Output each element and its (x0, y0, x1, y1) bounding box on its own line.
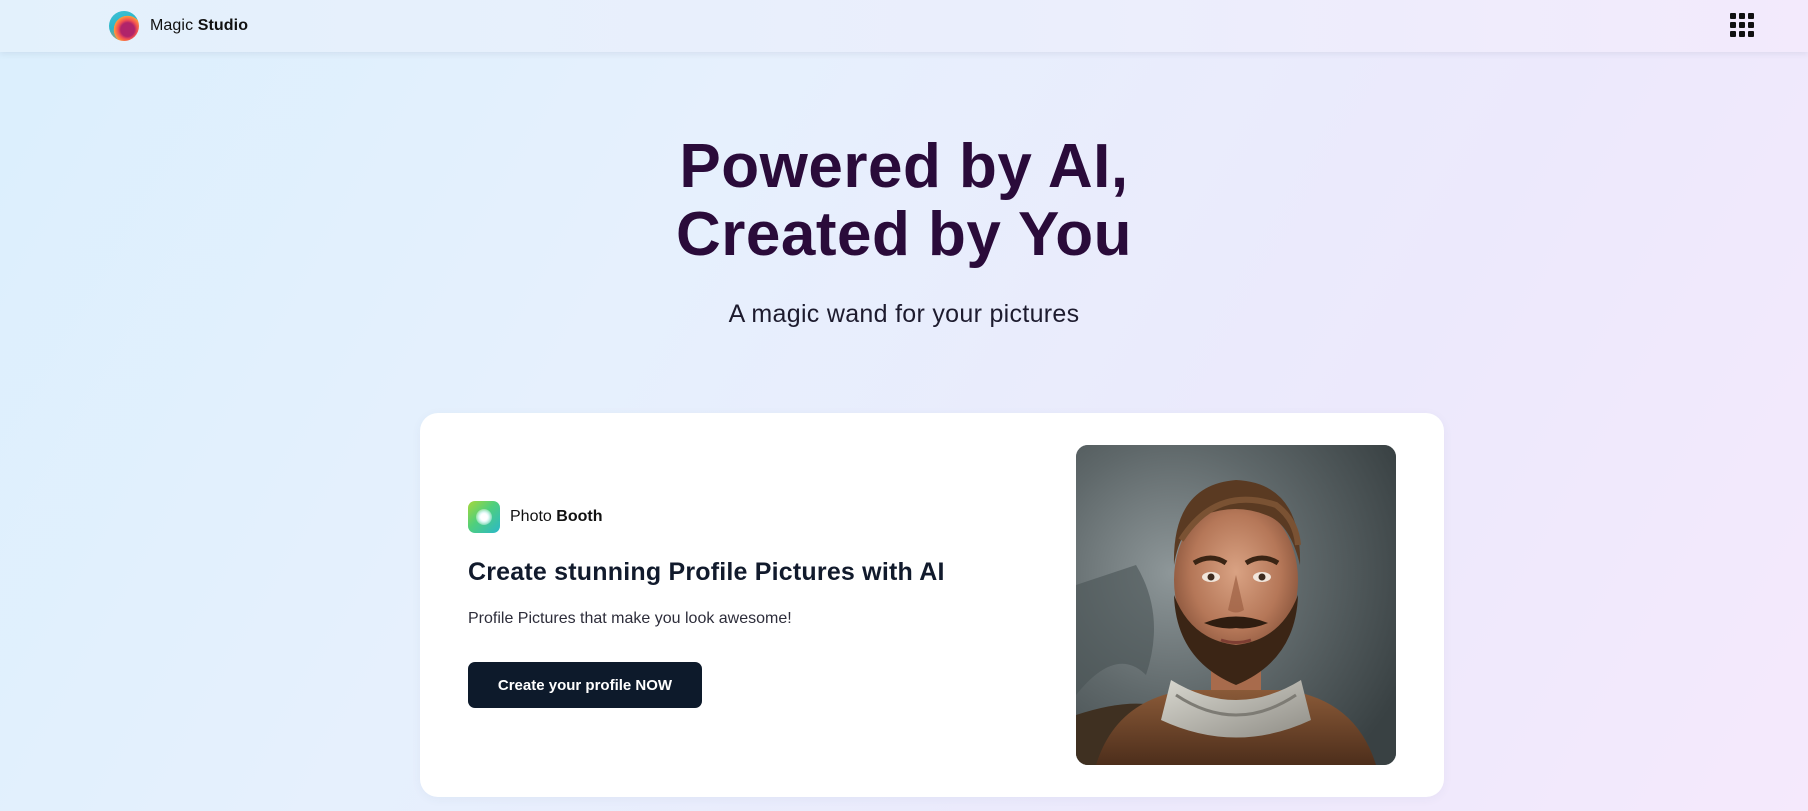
apps-grid-dot (1730, 22, 1736, 28)
apps-grid-dot (1739, 13, 1745, 19)
create-profile-button[interactable]: Create your profile NOW (468, 662, 702, 708)
card-title: Create stunning Profile Pictures with AI (468, 558, 945, 586)
apps-grid-dot (1739, 31, 1745, 37)
profile-portrait-image (1076, 445, 1396, 765)
photo-booth-app-icon (468, 501, 500, 533)
magic-studio-logo-icon (109, 11, 139, 41)
apps-grid-dot (1730, 31, 1736, 37)
app-badge: Photo Booth (468, 501, 602, 533)
hero-subtitle: A magic wand for your pictures (728, 300, 1080, 328)
app-name: Photo Booth (510, 508, 602, 526)
apps-grid-dot (1739, 22, 1745, 28)
hero-title-line-2: Created by You (675, 200, 1133, 269)
app-name-suffix: Booth (556, 508, 603, 525)
apps-grid-dot (1730, 13, 1736, 19)
brand-name-prefix: Magic (150, 17, 194, 34)
top-navbar: Magic Studio (0, 0, 1808, 52)
portrait-illustration (1076, 445, 1396, 765)
brand-name-suffix: Studio (197, 17, 249, 34)
photo-booth-card: Photo Booth Create stunning Profile Pict… (420, 413, 1444, 797)
card-description: Profile Pictures that make you look awes… (468, 610, 792, 627)
brand-logo-link[interactable]: Magic Studio (109, 11, 248, 41)
hero-title-line-1: Powered by AI, (679, 132, 1129, 201)
apps-grid-icon[interactable] (1730, 13, 1756, 39)
app-name-prefix: Photo (510, 508, 552, 525)
brand-name: Magic Studio (150, 17, 248, 35)
apps-grid-dot (1748, 31, 1754, 37)
apps-grid-dot (1748, 13, 1754, 19)
hero-title: Powered by AI, Created by You (0, 133, 1808, 269)
apps-grid-dot (1748, 22, 1754, 28)
